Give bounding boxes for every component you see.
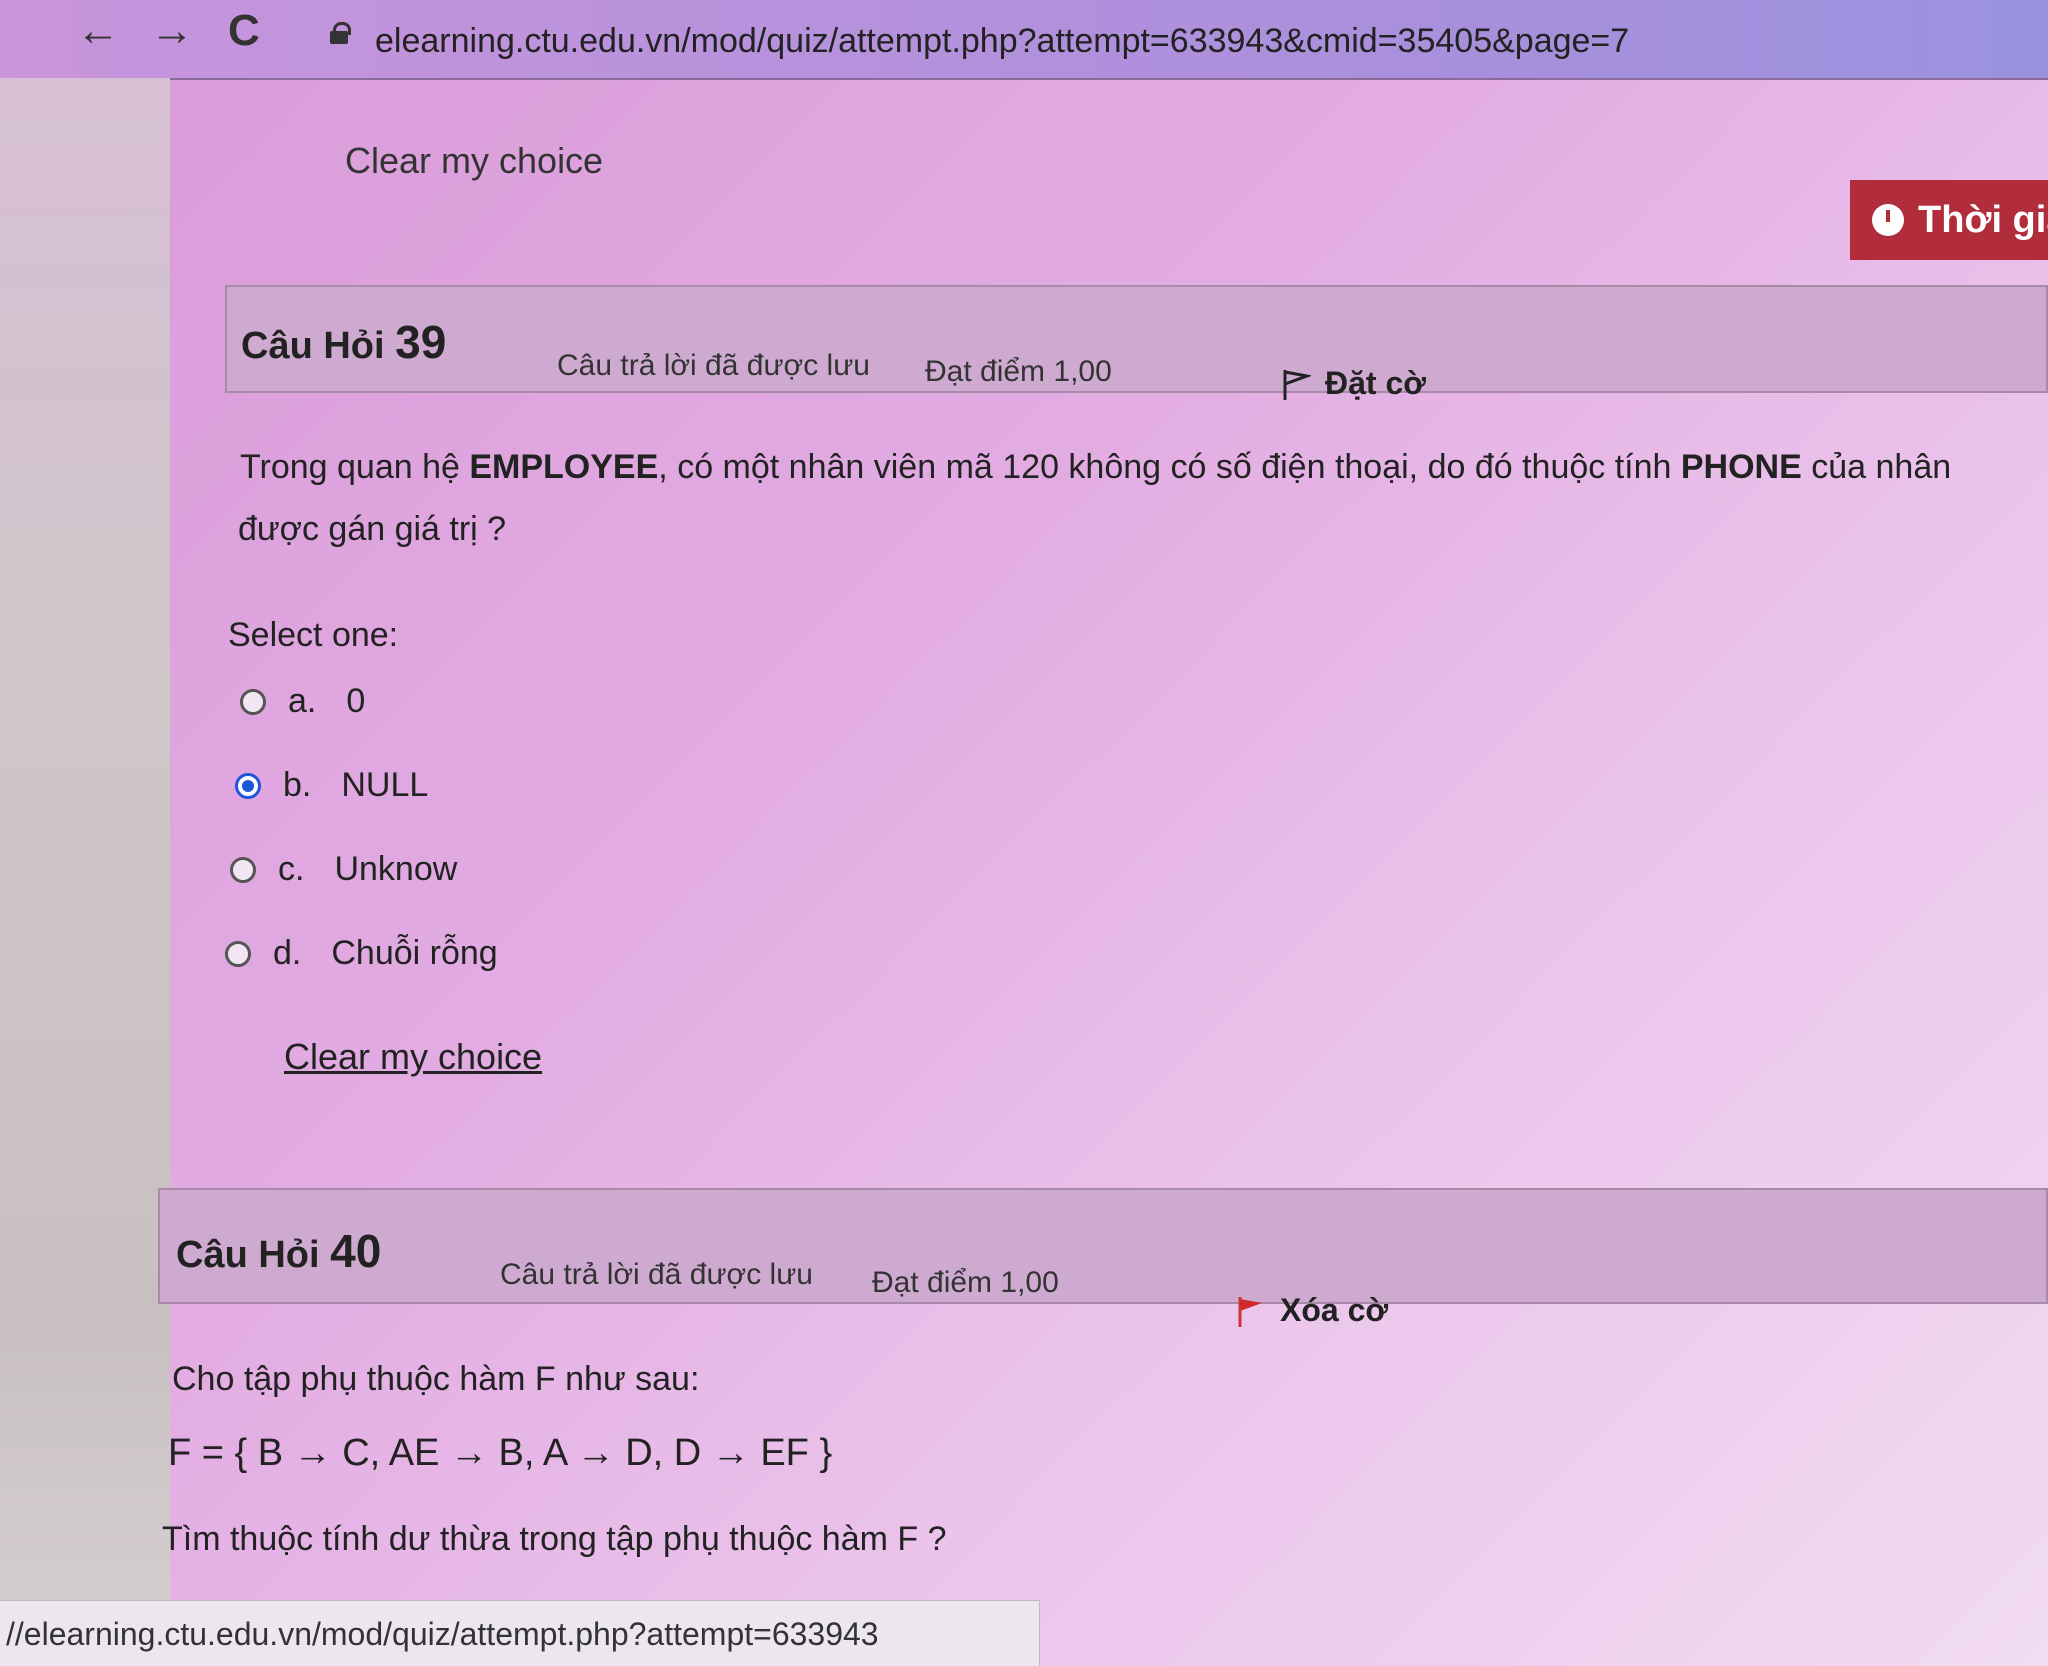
question-39-text-line1: Trong quan hệ EMPLOYEE, có một nhân viên… — [240, 448, 1952, 486]
radio-d[interactable] — [225, 940, 251, 967]
question-39-text-line2: được gán giá trị ? — [238, 510, 507, 548]
question-40-header: Câu Hỏi 40 Câu trả lời đã được lưu Đạt đ… — [158, 1188, 2048, 1328]
timer-label: Thời gia — [1918, 198, 2048, 241]
radio-c[interactable] — [230, 856, 256, 883]
question-status: Câu trả lời đã được lưu — [557, 349, 870, 382]
clear-my-choice-link[interactable]: Clear my choice — [284, 1036, 542, 1078]
flag-outline-icon — [1283, 369, 1311, 400]
option-b[interactable]: b. NULL — [235, 766, 428, 805]
timer-button[interactable]: Thời gia — [1850, 180, 2048, 260]
link-status-bar: //elearning.ctu.edu.vn/mod/quiz/attempt.… — [0, 1600, 1040, 1666]
flag-question-button[interactable]: Đặt cờ — [1279, 365, 1426, 402]
option-d[interactable]: d. Chuỗi rỗng — [225, 934, 498, 973]
question-40-text-line2: Tìm thuộc tính dư thừa trong tập phụ thu… — [162, 1520, 947, 1558]
question-status: Câu trả lời đã được lưu — [500, 1258, 813, 1291]
functional-dependency-formula: F = { B → C, AE → B, A → D, D → EF } — [168, 1432, 833, 1474]
question-grade: Đạt điểm 1,00 — [925, 355, 1112, 388]
radio-a[interactable] — [240, 688, 266, 715]
question-number: Câu Hỏi 40 — [176, 1225, 382, 1277]
address-bar[interactable]: elearning.ctu.edu.vn/mod/quiz/attempt.ph… — [375, 22, 1629, 61]
flag-filled-icon — [1238, 1296, 1262, 1327]
radio-b-checked[interactable] — [235, 772, 261, 799]
clear-choice-link-previous[interactable]: Clear my choice — [345, 140, 603, 182]
question-40-text-line1: Cho tập phụ thuộc hàm F như sau: — [172, 1360, 700, 1398]
lock-icon — [330, 22, 351, 44]
option-a[interactable]: a. 0 — [240, 682, 365, 721]
question-39-header: Câu Hỏi 39 Câu trả lời đã được lưu Đạt đ… — [225, 285, 2048, 401]
reload-icon[interactable]: C — [228, 6, 260, 56]
browser-toolbar: ← → C elearning.ctu.edu.vn/mod/quiz/atte… — [0, 0, 2048, 80]
clock-icon — [1872, 204, 1904, 236]
remove-flag-button[interactable]: Xóa cờ — [1234, 1292, 1388, 1329]
back-arrow-icon[interactable]: ← — [76, 6, 120, 56]
select-one-label: Select one: — [228, 616, 399, 654]
question-grade: Đạt điểm 1,00 — [872, 1266, 1059, 1299]
left-background-strip — [0, 78, 170, 1638]
question-number: Câu Hỏi 39 — [241, 316, 447, 368]
option-c[interactable]: c. Unknow — [230, 850, 457, 889]
forward-arrow-icon[interactable]: → — [150, 6, 194, 56]
